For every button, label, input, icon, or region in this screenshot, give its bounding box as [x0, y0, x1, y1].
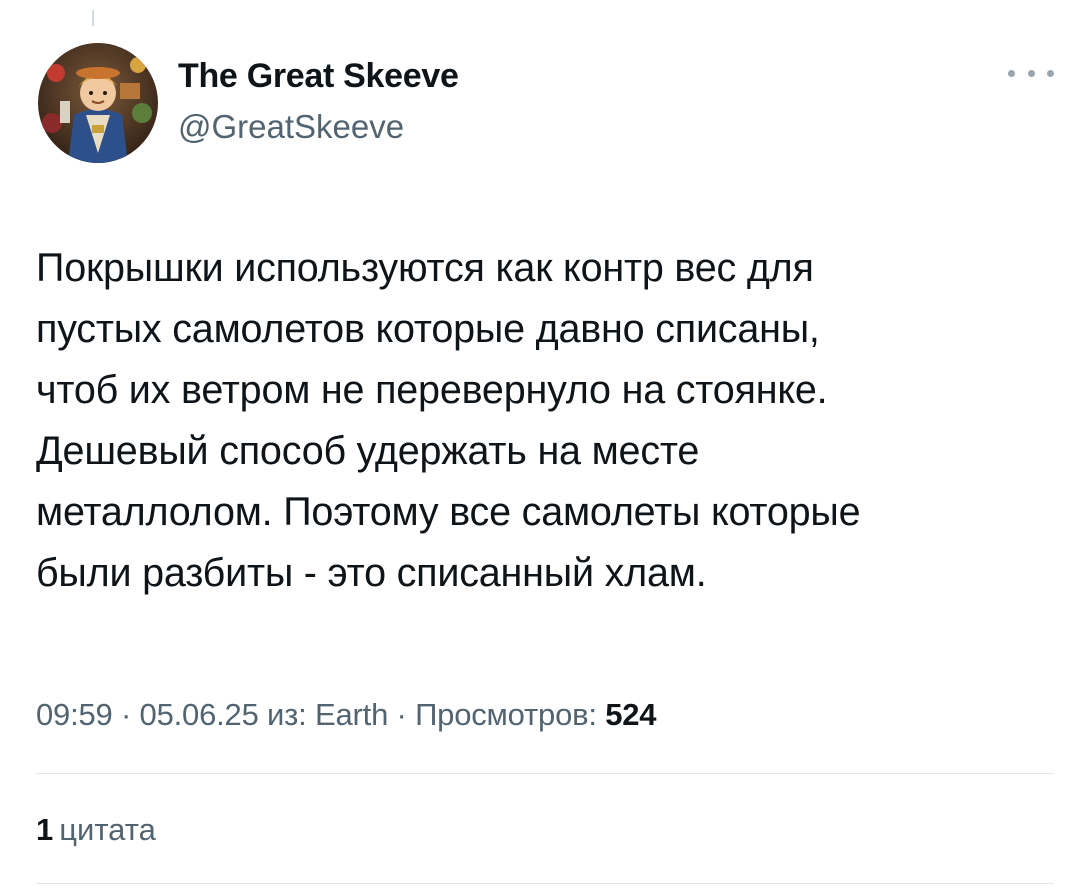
avatar-image	[38, 43, 158, 163]
more-options-button[interactable]	[1008, 60, 1054, 86]
tweet-date[interactable]: 05.06.25	[140, 697, 259, 732]
quotes-link[interactable]: 1 цитата	[36, 812, 156, 848]
avatar[interactable]	[38, 43, 158, 163]
more-horizontal-icon	[1008, 69, 1015, 77]
tweet-source[interactable]: Earth	[315, 697, 388, 732]
meta-separator-2: ·	[396, 697, 407, 732]
author-handle[interactable]: @GreatSkeeve	[178, 108, 404, 146]
thread-connector-line	[92, 10, 94, 26]
source-prefix: из:	[267, 697, 307, 732]
tweet-text: Покрышки используются как контр вес для …	[36, 246, 861, 595]
divider-top	[36, 773, 1054, 774]
views-label: Просмотров:	[415, 697, 597, 732]
meta-separator: ·	[121, 697, 132, 732]
more-horizontal-icon-dot	[1047, 69, 1054, 77]
quotes-count: 1	[36, 812, 54, 847]
divider-bottom	[36, 883, 1054, 884]
tweet-time[interactable]: 09:59	[36, 697, 113, 732]
tweet-meta: 09:59 · 05.06.25 из: Earth · Просмотров:…	[36, 697, 657, 733]
author-display-name[interactable]: The Great Skeeve	[178, 57, 459, 96]
quotes-label: цитата	[59, 812, 156, 847]
more-horizontal-icon-dot	[1027, 69, 1035, 77]
views-count: 524	[605, 697, 657, 732]
